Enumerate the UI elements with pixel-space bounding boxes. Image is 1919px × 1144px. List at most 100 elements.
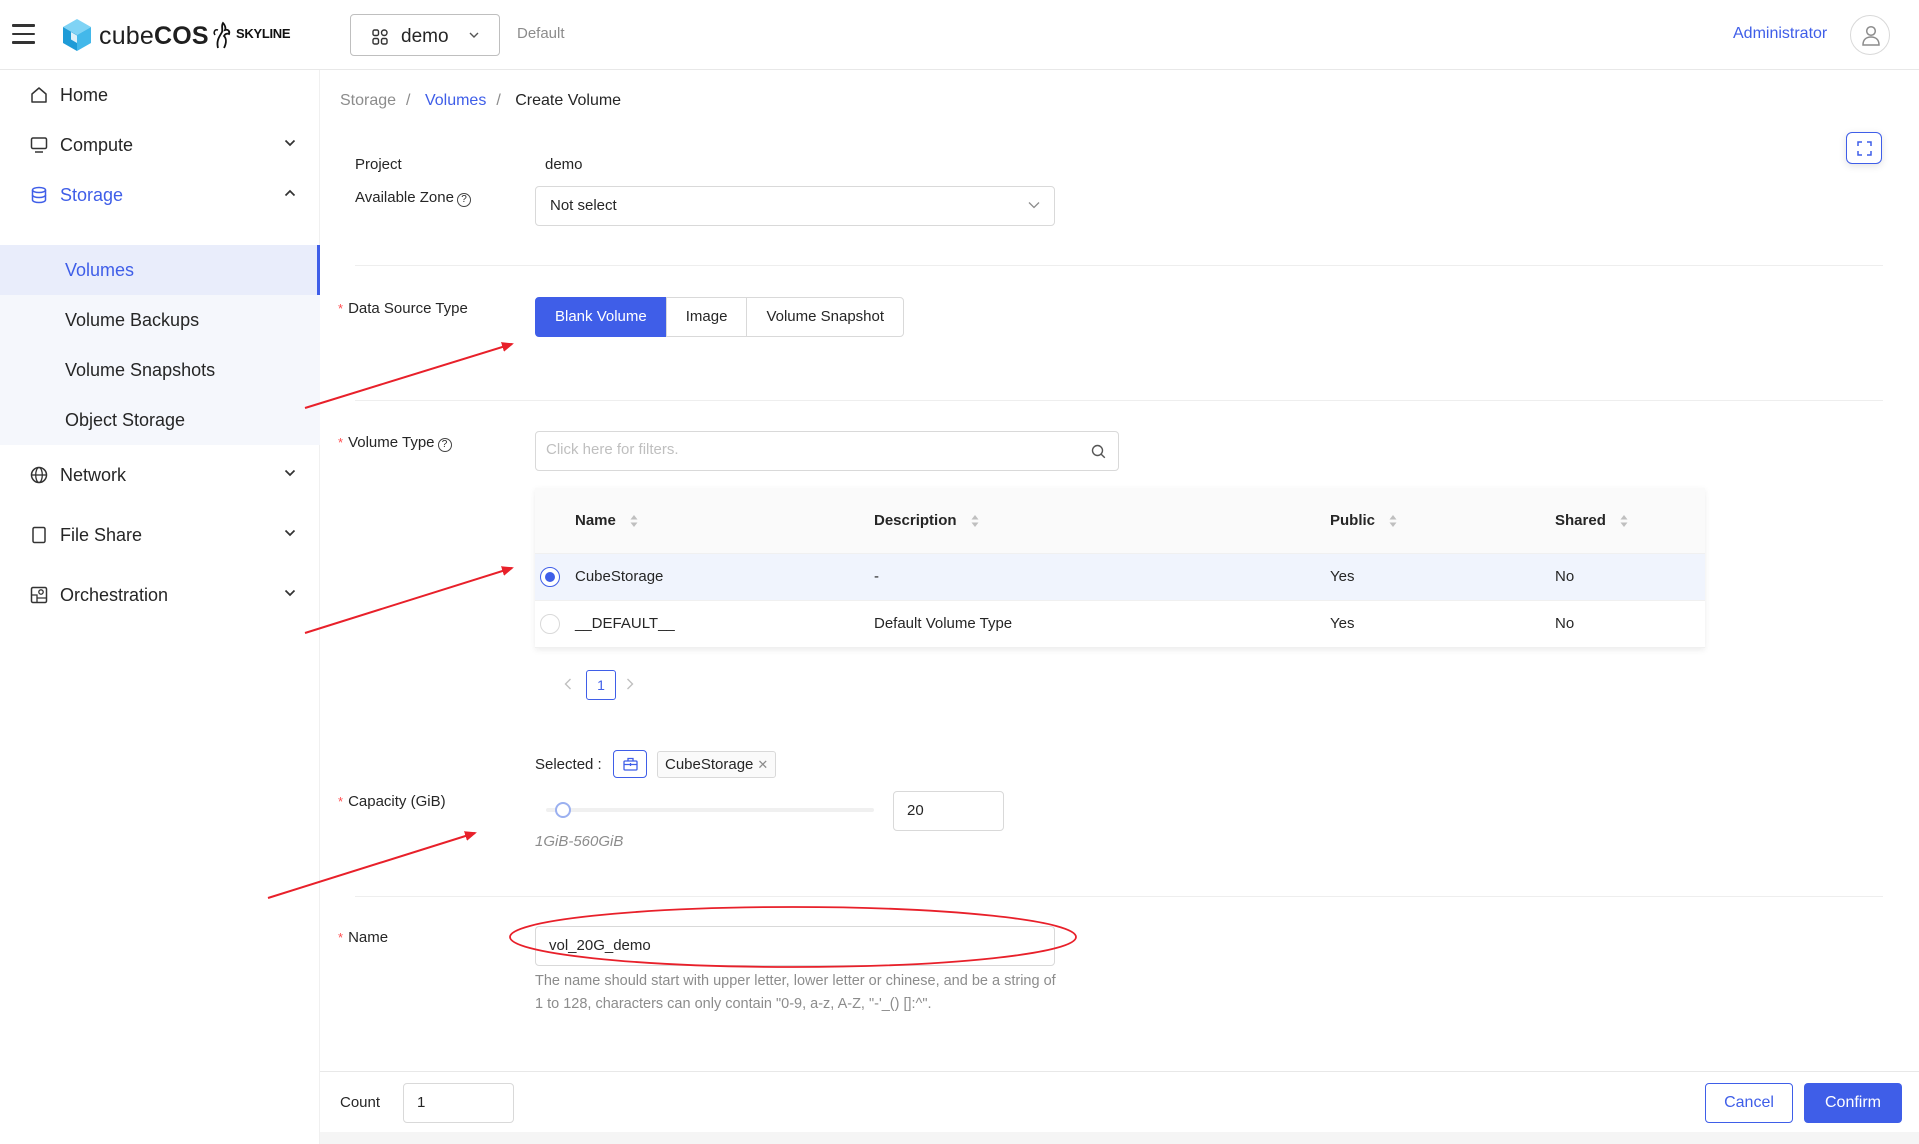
project-label: Project — [355, 156, 402, 173]
bag-icon — [623, 757, 638, 771]
column-header-name[interactable]: Name — [575, 512, 639, 529]
sort-icon — [1389, 515, 1397, 528]
database-icon — [31, 186, 47, 204]
project-select-value: demo — [401, 26, 449, 47]
column-header-shared[interactable]: Shared — [1555, 512, 1629, 529]
chevron-up-icon — [284, 189, 296, 197]
volume-type-filter-input[interactable] — [546, 441, 1076, 458]
column-header-description[interactable]: Description — [874, 512, 980, 529]
sidebar-item-label: File Share — [60, 525, 143, 545]
name-hint: The name should start with upper letter,… — [535, 973, 1056, 1012]
table-row[interactable]: CubeStorage - Yes No — [535, 554, 1705, 601]
cell-name: __DEFAULT__ — [575, 615, 675, 632]
selected-label: Selected : — [535, 756, 602, 773]
top-header: cubeCOS SKYLINE demo Default Administrat… — [0, 0, 1919, 70]
selected-list-button[interactable] — [613, 750, 647, 778]
footer-bar: Count Cancel Confirm — [320, 1071, 1919, 1144]
count-input-field[interactable] — [417, 1094, 477, 1111]
name-input[interactable] — [535, 926, 1055, 966]
sidebar-item-label: Storage — [60, 185, 124, 205]
sort-icon — [971, 515, 979, 528]
sidebar-item-file-share[interactable]: File Share — [0, 510, 320, 560]
column-header-public[interactable]: Public — [1330, 512, 1398, 529]
row-radio[interactable] — [540, 614, 560, 634]
cube-logo-icon — [63, 19, 91, 51]
page-number[interactable]: 1 — [586, 670, 616, 700]
cell-shared: No — [1555, 615, 1575, 632]
hamburger-icon[interactable] — [12, 24, 35, 44]
breadcrumb-current: Create Volume — [515, 92, 622, 109]
sidebar-item-storage[interactable]: Storage — [0, 170, 320, 220]
orchestration-icon — [30, 586, 48, 604]
cell-name: CubeStorage — [575, 568, 664, 585]
sort-icon — [630, 515, 638, 528]
footer-strip — [320, 1132, 1919, 1144]
sidebar-item-label: Volumes — [65, 260, 135, 280]
section-divider — [355, 896, 1883, 897]
breadcrumb-volumes[interactable]: Volumes — [425, 92, 486, 109]
sidebar-item-label: Object Storage — [65, 410, 186, 430]
cell-public: Yes — [1330, 568, 1355, 585]
data-source-type-group: Blank Volume Image Volume Snapshot — [535, 297, 905, 337]
chevron-down-icon — [284, 139, 296, 147]
sidebar-item-home[interactable]: Home — [0, 70, 320, 120]
sidebar-item-label: Orchestration — [60, 585, 169, 605]
cancel-button[interactable]: Cancel — [1705, 1083, 1793, 1123]
breadcrumb-storage[interactable]: Storage — [340, 92, 396, 109]
volume-type-label: * Volume Type? — [338, 434, 452, 452]
close-icon[interactable]: ✕ — [757, 757, 768, 772]
sidebar-item-volume-backups[interactable]: Volume Backups — [0, 295, 320, 345]
capacity-slider-handle[interactable] — [555, 802, 572, 818]
fullscreen-button[interactable] — [1846, 132, 1882, 164]
help-icon[interactable]: ? — [437, 438, 452, 452]
confirm-button[interactable]: Confirm — [1804, 1083, 1902, 1123]
data-source-blank-volume[interactable]: Blank Volume — [535, 297, 667, 337]
file-icon — [32, 526, 46, 544]
capacity-slider[interactable] — [546, 808, 874, 812]
capacity-input-field[interactable] — [907, 802, 967, 819]
sidebar-item-label: Home — [60, 85, 109, 105]
available-zone-select[interactable]: Not select — [535, 186, 1055, 226]
count-input[interactable] — [403, 1083, 514, 1123]
sidebar-item-label: Volume Snapshots — [65, 360, 216, 380]
table-row[interactable]: __DEFAULT__ Default Volume Type Yes No — [535, 601, 1705, 648]
fullscreen-icon — [1857, 141, 1872, 156]
globe-icon — [30, 466, 48, 484]
sidebar-item-network[interactable]: Network — [0, 450, 320, 500]
data-source-type-label: * Data Source Type — [338, 300, 468, 317]
sidebar-item-object-storage[interactable]: Object Storage — [0, 395, 320, 445]
selected-tag: CubeStorage ✕ — [657, 751, 777, 778]
available-zone-label: Available Zone? — [355, 189, 471, 207]
chevron-down-icon — [284, 529, 296, 537]
avatar[interactable] — [1850, 15, 1890, 55]
cell-description: Default Volume Type — [874, 615, 1013, 632]
sidebar-item-label: Network — [60, 465, 127, 485]
chevron-right-icon[interactable] — [626, 678, 634, 690]
sidebar-item-volume-snapshots[interactable]: Volume Snapshots — [0, 345, 320, 395]
chevron-down-icon — [284, 589, 296, 597]
count-label: Count — [340, 1094, 381, 1111]
skyline-logo-text: SKYLINE — [236, 26, 291, 41]
capacity-input[interactable] — [893, 791, 1004, 831]
monitor-icon — [30, 137, 48, 153]
sidebar-item-compute[interactable]: Compute — [0, 120, 320, 170]
name-input-field[interactable] — [549, 937, 1039, 954]
project-value: demo — [545, 156, 583, 173]
breadcrumb: Storage / Volumes / Create Volume — [340, 92, 622, 109]
help-icon[interactable]: ? — [456, 193, 471, 207]
skyline-logo-icon — [213, 21, 231, 49]
sidebar-item-volumes[interactable]: Volumes — [0, 245, 320, 295]
section-divider — [355, 265, 1883, 266]
data-source-volume-snapshot[interactable]: Volume Snapshot — [746, 297, 905, 337]
row-radio[interactable] — [540, 567, 560, 587]
data-source-image[interactable]: Image — [665, 297, 748, 337]
chevron-left-icon[interactable] — [564, 678, 572, 690]
sort-icon — [1620, 515, 1628, 528]
home-icon — [31, 87, 47, 103]
grid-icon — [372, 29, 388, 45]
volume-type-filter[interactable] — [535, 431, 1119, 471]
domain-label: Default — [517, 25, 565, 42]
sidebar-item-orchestration[interactable]: Orchestration — [0, 570, 320, 620]
user-menu-name[interactable]: Administrator — [1733, 25, 1827, 43]
project-select[interactable]: demo — [350, 14, 500, 56]
